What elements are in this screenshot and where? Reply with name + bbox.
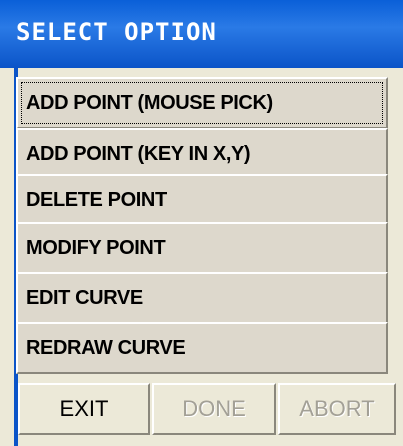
modify-point-button[interactable]: MODIFY POINT — [16, 222, 388, 274]
add-point-mouse-pick-button[interactable]: ADD POINT (MOUSE PICK) — [16, 77, 388, 129]
done-button: DONE — [152, 383, 276, 435]
delete-point-button[interactable]: DELETE POINT — [16, 174, 388, 226]
select-option-dialog: SELECT OPTION ADD POINT (MOUSE PICK) ADD… — [0, 0, 403, 446]
abort-button: ABORT — [278, 383, 396, 435]
add-point-key-in-button[interactable]: ADD POINT (KEY IN X,Y) — [16, 128, 388, 180]
title-bar[interactable]: SELECT OPTION — [0, 0, 403, 68]
redraw-curve-button[interactable]: REDRAW CURVE — [16, 322, 388, 374]
exit-button[interactable]: EXIT — [18, 383, 150, 435]
dialog-title: SELECT OPTION — [16, 18, 217, 46]
edit-curve-button[interactable]: EDIT CURVE — [16, 272, 388, 324]
